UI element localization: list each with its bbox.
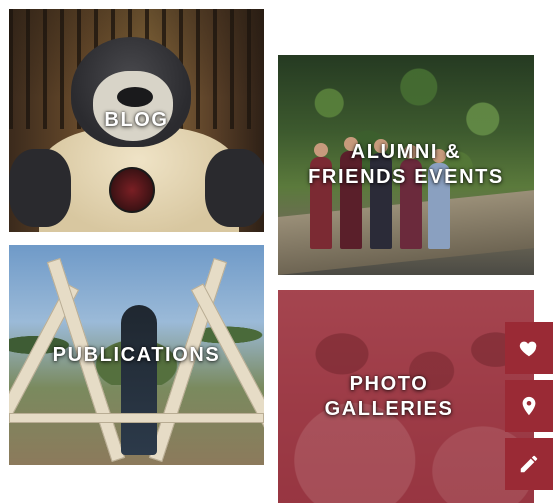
tile-publications-label: PUBLICATIONS <box>52 343 221 366</box>
tile-blog-label: BLOG <box>104 109 169 131</box>
tile-publications[interactable]: PUBLICATIONS <box>9 245 264 465</box>
location-pin-icon <box>522 396 536 416</box>
tile-photo-galleries-label: PHOTO GALLERIES <box>324 372 454 420</box>
heart-icon <box>519 341 537 357</box>
location-button[interactable] <box>505 380 553 432</box>
action-rail <box>505 322 553 490</box>
favorite-button[interactable] <box>505 322 553 374</box>
edit-button[interactable] <box>505 438 553 490</box>
tile-grid: BLOG ALUMNI & FRIENDS EVENTS PUBLICATION… <box>0 0 553 503</box>
tile-blog[interactable]: BLOG <box>9 9 264 232</box>
tile-photo-galleries[interactable]: PHOTO GALLERIES <box>278 290 534 503</box>
tile-alumni-events-label: ALUMNI & FRIENDS EVENTS <box>308 141 504 188</box>
pencil-icon <box>520 455 538 473</box>
tile-alumni-events[interactable]: ALUMNI & FRIENDS EVENTS <box>278 55 534 275</box>
